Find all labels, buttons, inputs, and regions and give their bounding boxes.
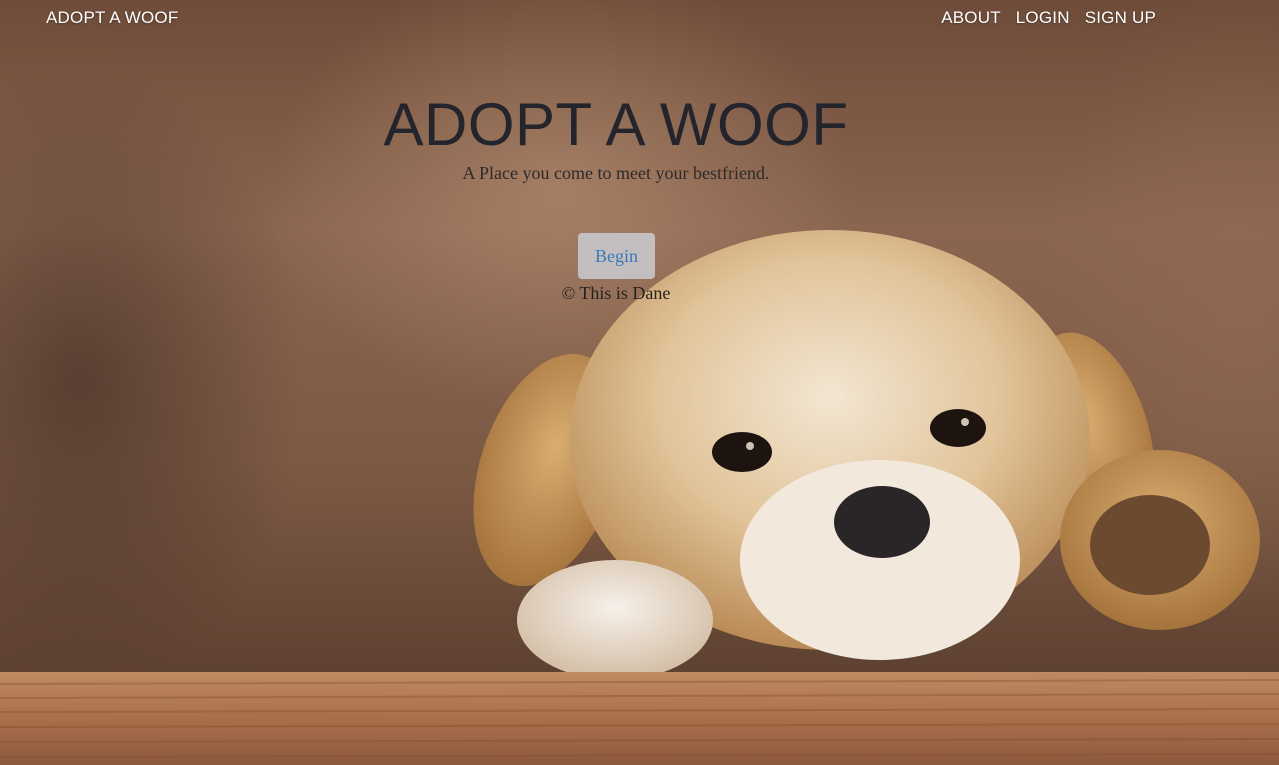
nav-about-link[interactable]: ABOUT [941, 8, 1001, 28]
hero-title: ADOPT A WOOF [383, 91, 849, 158]
nav-signup-link[interactable]: SIGN UP [1085, 8, 1156, 28]
begin-button[interactable]: Begin [578, 233, 655, 279]
top-navbar: ADOPT A WOOF ABOUT LOGIN SIGN UP [0, 0, 1279, 36]
nav-links: ABOUT LOGIN SIGN UP [941, 8, 1156, 28]
nav-login-link[interactable]: LOGIN [1016, 8, 1070, 28]
hero-subtitle: A Place you come to meet your bestfriend… [462, 163, 770, 183]
copyright-text: © This is Dane [561, 283, 671, 303]
brand-link[interactable]: ADOPT A WOOF [46, 8, 178, 28]
